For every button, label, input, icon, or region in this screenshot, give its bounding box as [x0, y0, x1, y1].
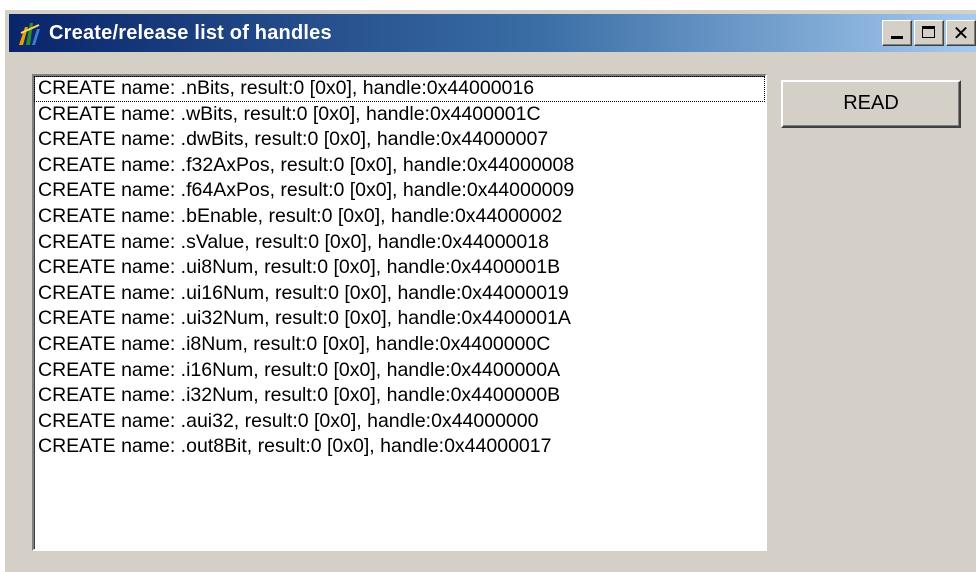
list-item[interactable]: CREATE name: .sValue, result:0 [0x0], ha… — [34, 230, 765, 256]
list-item[interactable]: CREATE name: .wBits, result:0 [0x0], han… — [34, 102, 765, 128]
list-item[interactable]: CREATE name: .f32AxPos, result:0 [0x0], … — [34, 153, 765, 179]
list-item[interactable]: CREATE name: .f64AxPos, result:0 [0x0], … — [34, 178, 765, 204]
minimize-icon — [891, 36, 903, 39]
app-icon — [19, 23, 40, 45]
read-button[interactable]: READ — [781, 80, 961, 128]
list-item[interactable]: CREATE name: .bEnable, result:0 [0x0], h… — [34, 204, 765, 230]
list-item[interactable]: CREATE name: .i32Num, result:0 [0x0], ha… — [34, 383, 765, 409]
handles-listbox[interactable]: CREATE name: .nBits, result:0 [0x0], han… — [32, 74, 767, 551]
window-controls: ✕ — [882, 20, 976, 46]
window-title: Create/release list of handles — [49, 21, 332, 44]
list-item[interactable]: CREATE name: .ui32Num, result:0 [0x0], h… — [34, 306, 765, 332]
list-item[interactable]: CREATE name: .i8Num, result:0 [0x0], han… — [34, 332, 765, 358]
close-icon: ✕ — [952, 21, 970, 45]
list-item[interactable]: CREATE name: .nBits, result:0 [0x0], han… — [34, 76, 765, 102]
maximize-button[interactable] — [914, 20, 944, 46]
maximize-icon — [922, 26, 935, 38]
list-item[interactable]: CREATE name: .i16Num, result:0 [0x0], ha… — [34, 358, 765, 384]
list-item[interactable]: CREATE name: .aui32, result:0 [0x0], han… — [34, 409, 765, 435]
list-item[interactable]: CREATE name: .ui8Num, result:0 [0x0], ha… — [34, 255, 765, 281]
list-item[interactable]: CREATE name: .ui16Num, result:0 [0x0], h… — [34, 281, 765, 307]
close-button[interactable]: ✕ — [946, 20, 976, 46]
list-item[interactable]: CREATE name: .out8Bit, result:0 [0x0], h… — [34, 434, 765, 460]
dialog-window: Create/release list of handles ✕ CREATE … — [5, 10, 976, 572]
title-bar[interactable]: Create/release list of handles ✕ — [9, 14, 976, 52]
list-item[interactable]: CREATE name: .dwBits, result:0 [0x0], ha… — [34, 127, 765, 153]
minimize-button[interactable] — [882, 20, 912, 46]
